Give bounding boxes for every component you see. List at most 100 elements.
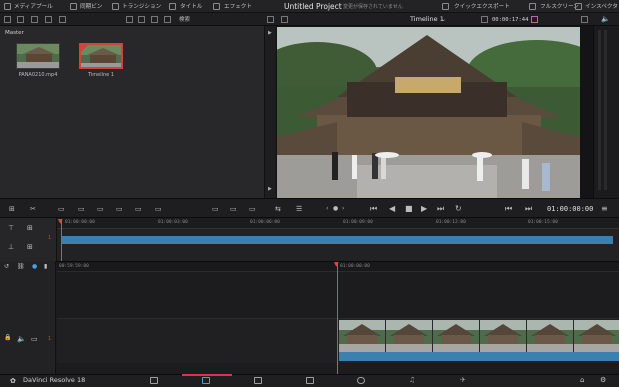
lower-playhead[interactable] — [337, 262, 338, 374]
next-clip-icon[interactable]: ⏭ — [525, 205, 532, 213]
search-label[interactable]: 検索 — [179, 16, 190, 24]
titles-icon[interactable] — [169, 3, 176, 10]
gear-icon[interactable]: ⚙ — [600, 376, 606, 384]
edit-mode-icon[interactable]: ⊞ — [9, 205, 15, 213]
quick-export-icon[interactable] — [442, 3, 449, 10]
track-tool-icon[interactable]: ⊤ — [8, 224, 14, 232]
clip-name-pana0210[interactable]: PANA0210.mp4 — [8, 72, 68, 78]
place-on-top-icon[interactable]: ▭ — [135, 205, 142, 213]
playhead-marker-icon[interactable]: ▼ — [58, 218, 63, 225]
aspect-icon[interactable] — [281, 16, 288, 23]
clip-thumbnail-timeline[interactable] — [79, 43, 123, 69]
reverse-play-icon[interactable]: ◀ — [389, 205, 395, 213]
timeline-name[interactable]: Timeline 1 — [410, 15, 444, 24]
clip-name-timeline[interactable]: Timeline 1 — [71, 72, 131, 78]
viewer-mode-icon[interactable] — [267, 16, 274, 23]
smart-insert-icon[interactable]: ▭ — [58, 205, 65, 213]
snap-icon[interactable]: ↺ — [4, 263, 9, 270]
effects-icon[interactable] — [213, 3, 220, 10]
transitions-icon[interactable] — [112, 3, 119, 10]
jog-dot-icon[interactable]: ● — [333, 205, 338, 213]
list-view-icon[interactable] — [126, 16, 133, 23]
media-pool-icon[interactable] — [4, 3, 11, 10]
skip-start-icon[interactable]: ⏮ — [370, 205, 377, 213]
ruler-label: 01:00:12:00 — [436, 220, 466, 225]
effects-button[interactable]: エフェクト — [224, 2, 252, 12]
upper-track-header: ⊤ ⊞ ⊥ ⊞ 1 — [0, 218, 57, 261]
home-icon[interactable]: ⌂ — [580, 376, 584, 384]
new-bin-icon[interactable] — [17, 16, 24, 23]
settings-sliders-icon[interactable]: ☰ — [296, 205, 302, 213]
sync-bin-icon[interactable] — [70, 3, 77, 10]
inspector-icon[interactable] — [575, 3, 582, 10]
append-icon[interactable]: ▭ — [78, 205, 85, 213]
media-page-icon[interactable] — [150, 377, 158, 384]
clip-thumbnail-pana0210[interactable] — [16, 43, 60, 69]
speaker-icon[interactable]: 🔈 — [601, 15, 610, 23]
sort-icon[interactable] — [59, 16, 66, 23]
stop-icon[interactable]: ■ — [405, 205, 413, 213]
sync-bin-button[interactable]: 同期ビン — [80, 2, 102, 12]
upper-playhead[interactable] — [61, 219, 62, 261]
deliver-page-icon[interactable]: ✈ — [460, 376, 466, 384]
play-marker-icon[interactable]: ▶ — [268, 30, 272, 36]
options-icon[interactable] — [581, 16, 588, 23]
monitor-icon[interactable]: ▭ — [31, 335, 38, 343]
video-clip-filmstrip[interactable] — [339, 320, 619, 352]
link-clip-icon[interactable]: ⛓ — [17, 263, 25, 270]
ripple-overwrite-icon[interactable]: ▭ — [97, 205, 104, 213]
fullscreen-icon[interactable] — [529, 3, 536, 10]
close-up-icon[interactable]: ▭ — [116, 205, 123, 213]
cut-icon[interactable]: ✂ — [30, 205, 36, 213]
timeline-options-icon[interactable]: ≡ — [601, 205, 608, 213]
upper-timeline-ruler[interactable]: 01:00:00:00 01:00:03:00 01:00:06:00 01:0… — [58, 218, 619, 229]
quick-export-button[interactable]: クイックエクスポート — [454, 2, 510, 12]
media-pool-button[interactable]: メディアプール — [14, 2, 53, 12]
transitions-button[interactable]: トランジション — [122, 2, 161, 12]
position-lock-icon[interactable]: ● — [32, 263, 37, 270]
inspector-button[interactable]: インスペクタ — [585, 2, 618, 12]
link-icon[interactable] — [45, 16, 52, 23]
chevron-left-icon[interactable]: ‹ — [326, 205, 328, 213]
track-tool-icon[interactable]: ⊞ — [27, 243, 33, 251]
chevron-down-icon[interactable]: ⌄ — [441, 16, 446, 23]
bin-master-label[interactable]: Master — [5, 30, 24, 36]
color-page-icon[interactable] — [357, 377, 365, 384]
app-name: DaVinci Resolve 18 — [23, 376, 86, 384]
previous-clip-icon[interactable]: ⏮ — [505, 205, 512, 213]
flag-icon[interactable]: ▮ — [44, 263, 47, 270]
track-number: 1 — [48, 235, 52, 241]
video-frame — [277, 27, 580, 198]
sort-order-icon[interactable] — [151, 16, 158, 23]
fullscreen-button[interactable]: フルスクリーン — [540, 2, 579, 12]
playhead-marker-icon[interactable]: ▼ — [334, 261, 339, 268]
grid-view-icon[interactable] — [138, 16, 145, 23]
track-tool-icon[interactable]: ⊥ — [8, 243, 14, 251]
source-overwrite-icon[interactable]: ▭ — [155, 205, 162, 213]
track-tool-icon[interactable]: ⊞ — [27, 224, 33, 232]
play-icon[interactable]: ▶ — [421, 205, 427, 213]
dynamic-zoom-icon[interactable]: ▭ — [230, 205, 237, 213]
cut-page-icon[interactable] — [202, 377, 210, 384]
import-icon[interactable] — [4, 16, 11, 23]
color-icon[interactable] — [531, 16, 538, 23]
filter-icon[interactable] — [164, 16, 171, 23]
fusion-page-icon[interactable] — [306, 377, 314, 384]
trim-icon[interactable]: ▭ — [212, 205, 219, 213]
lock-track-icon[interactable]: 🔒 — [4, 334, 11, 341]
upper-timeline-clip[interactable] — [62, 236, 613, 244]
fairlight-page-icon[interactable]: ♫ — [409, 376, 415, 384]
audio-clip[interactable] — [339, 352, 619, 361]
titles-button[interactable]: タイトル — [180, 2, 202, 12]
play-marker-icon[interactable]: ▶ — [268, 186, 272, 192]
audio-sync-icon[interactable]: ⇆ — [275, 205, 281, 213]
metadata-icon[interactable] — [31, 16, 38, 23]
edit-page-icon[interactable] — [254, 377, 262, 384]
ruler-label: 01:00:09:00 — [343, 220, 373, 225]
chevron-right-icon[interactable]: › — [342, 205, 344, 213]
loop-icon[interactable]: ↻ — [455, 205, 462, 213]
skip-end-icon[interactable]: ⏭ — [437, 205, 444, 213]
speaker-icon[interactable]: 🔈 — [17, 335, 26, 343]
transform-icon[interactable]: ▭ — [249, 205, 256, 213]
ruler-label: 01:00:06:00 — [250, 220, 280, 225]
